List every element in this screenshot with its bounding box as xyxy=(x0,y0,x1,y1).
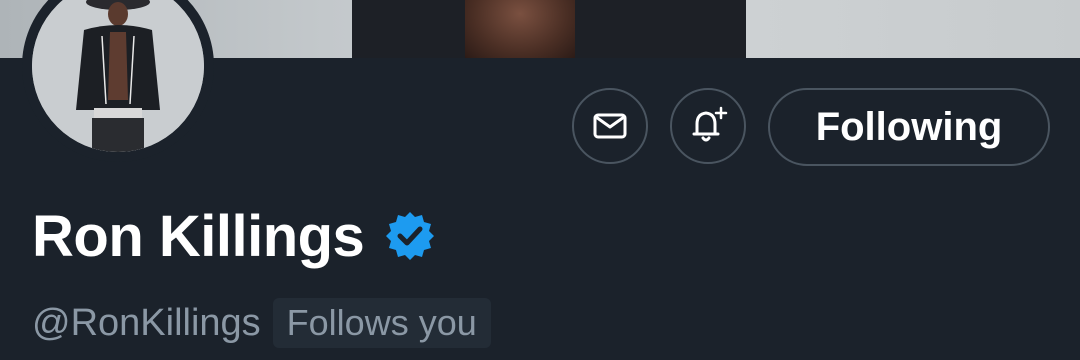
display-name: Ron Killings xyxy=(32,203,365,269)
follows-you-badge: Follows you xyxy=(272,298,491,348)
notifications-button[interactable] xyxy=(670,88,746,164)
avatar-ring xyxy=(22,0,214,162)
following-label: Following xyxy=(815,104,1003,149)
bell-plus-icon xyxy=(692,106,728,142)
username-handle: @RonKillings xyxy=(32,301,261,344)
avatar[interactable] xyxy=(32,0,204,152)
following-button[interactable]: Following xyxy=(768,88,1050,166)
handle-row: @RonKillings Follows you xyxy=(32,296,491,350)
banner-chest xyxy=(465,0,575,58)
avatar-photo xyxy=(32,0,204,152)
envelope-icon xyxy=(593,113,627,139)
name-row: Ron Killings xyxy=(32,200,436,272)
verified-badge-icon[interactable] xyxy=(384,210,436,262)
message-button[interactable] xyxy=(572,88,648,164)
